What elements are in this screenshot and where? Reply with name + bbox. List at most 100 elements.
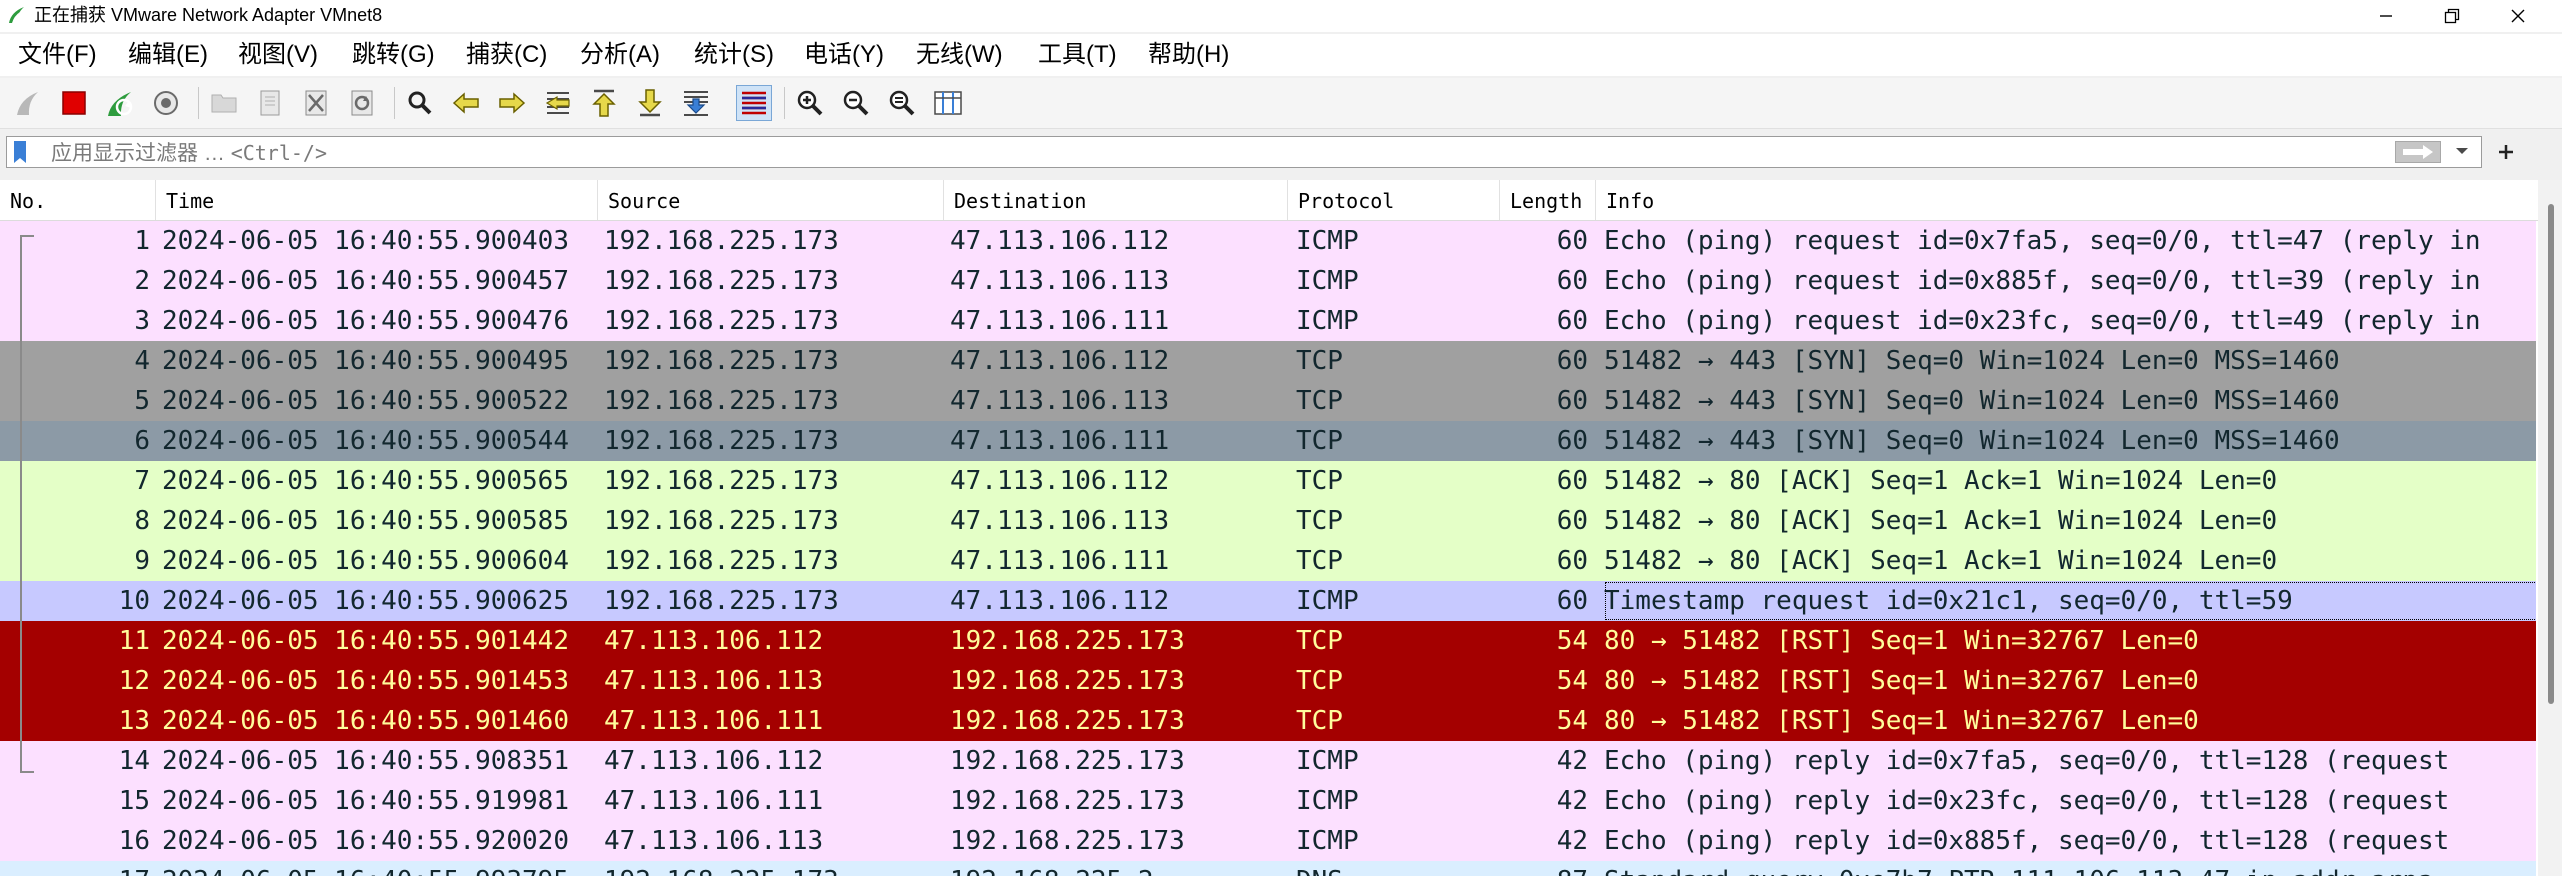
- magnifier-icon: [408, 91, 432, 115]
- close-button[interactable]: [2486, 0, 2550, 32]
- toolbar-separator: [784, 87, 785, 119]
- packet-time: 2024-06-05 16:40:55.993795: [162, 861, 602, 876]
- go-back-button[interactable]: [448, 85, 484, 121]
- open-file-button[interactable]: [206, 85, 242, 121]
- wireshark-fin-icon: [9, 7, 24, 23]
- packet-row[interactable]: 10 2024-06-05 16:40:55.900625 192.168.225.…: [0, 581, 2536, 621]
- column-header-no[interactable]: No.: [0, 180, 156, 220]
- restart-capture-button[interactable]: [102, 85, 138, 121]
- packet-row[interactable]: 1 2024-06-05 16:40:55.900403 192.168.225.1…: [0, 221, 2536, 261]
- packet-no: 16: [118, 826, 150, 856]
- menu-telephony[interactable]: 电话(Y): [804, 40, 884, 70]
- arrow-right-icon: [499, 92, 526, 114]
- packet-length: 60: [1556, 546, 1588, 576]
- toolbar-separator: [198, 87, 199, 119]
- apply-filter-button[interactable]: [2395, 141, 2441, 163]
- packet-row[interactable]: 8 2024-06-05 16:40:55.900585 192.168.225.1…: [0, 501, 2536, 541]
- packet-info: Timestamp request id=0x21c1, seq=0/0, tt…: [1604, 581, 2536, 621]
- scrollbar-thumb[interactable]: [2548, 204, 2554, 704]
- packet-row[interactable]: 172024-06-05 16:40:55.993795192.168.225.…: [0, 861, 2536, 876]
- packet-info: Echo (ping) reply id=0x7fa5, seq=0/0, tt…: [1604, 746, 2450, 776]
- packet-protocol: TCP: [1296, 426, 1343, 456]
- arrow-right-apply-icon: [2403, 145, 2433, 159]
- toolbar-separator: [394, 87, 395, 119]
- column-header-length[interactable]: Length: [1500, 180, 1596, 220]
- normal-size-button[interactable]: [884, 85, 920, 121]
- chevron-down-icon[interactable]: [2453, 142, 2471, 160]
- packet-row[interactable]: 15 2024-06-05 16:40:55.919981 47.113.106.1…: [0, 781, 2536, 821]
- packet-destination: 47.113.106.112: [950, 586, 1170, 616]
- zoom-in-button[interactable]: [792, 85, 828, 121]
- column-header-protocol[interactable]: Protocol: [1288, 180, 1500, 220]
- find-packet-button[interactable]: [402, 85, 438, 121]
- menu-go[interactable]: 跳转(G): [352, 40, 435, 70]
- packet-row[interactable]: 3 2024-06-05 16:40:55.900476 192.168.225.1…: [0, 301, 2536, 341]
- close-file-button[interactable]: [298, 85, 334, 121]
- packet-row[interactable]: 12 2024-06-05 16:40:55.901453 47.113.106.1…: [0, 661, 2536, 701]
- auto-scroll-button[interactable]: [678, 85, 714, 121]
- column-header-time[interactable]: Time: [156, 180, 598, 220]
- reload-icon: [351, 90, 373, 116]
- packet-row[interactable]: 13 2024-06-05 16:40:55.901460 47.113.106.1…: [0, 701, 2536, 741]
- packet-row[interactable]: 16 2024-06-05 16:40:55.920020 47.113.106.1…: [0, 821, 2536, 861]
- menu-capture[interactable]: 捕获(C): [466, 40, 547, 70]
- zoom-out-button[interactable]: [838, 85, 874, 121]
- packet-time: 2024-06-05 16:40:55.900522: [162, 386, 569, 416]
- menu-view[interactable]: 视图(V): [238, 40, 318, 70]
- packet-list: No. Time Source Destination Protocol Len…: [0, 180, 2562, 876]
- packet-row[interactable]: 11 2024-06-05 16:40:55.901442 47.113.106.1…: [0, 621, 2536, 661]
- packet-source: 192.168.225.173: [604, 586, 839, 616]
- packet-row[interactable]: 4 2024-06-05 16:40:55.900495 192.168.225.1…: [0, 341, 2536, 381]
- bookmark-icon[interactable]: [11, 140, 29, 164]
- menu-help[interactable]: 帮助(H): [1148, 40, 1229, 70]
- packet-row[interactable]: 7 2024-06-05 16:40:55.900565 192.168.225.1…: [0, 461, 2536, 501]
- vertical-scrollbar[interactable]: [2538, 180, 2562, 876]
- go-forward-button[interactable]: [494, 85, 530, 121]
- menu-edit[interactable]: 编辑(E): [128, 40, 208, 70]
- menu-wireless[interactable]: 无线(W): [916, 40, 1003, 70]
- packet-destination: 47.113.106.111: [950, 546, 1170, 576]
- column-header-source[interactable]: Source: [598, 180, 944, 220]
- add-filter-button[interactable]: [2492, 136, 2520, 168]
- column-header-info[interactable]: Info: [1596, 180, 2538, 220]
- menu-statistics[interactable]: 统计(S): [694, 40, 774, 70]
- packet-length: 60: [1556, 346, 1588, 376]
- packet-info: Echo (ping) request id=0x7fa5, seq=0/0, …: [1604, 226, 2481, 256]
- go-to-packet-button[interactable]: [540, 85, 576, 121]
- auto-scroll-icon: [684, 91, 708, 116]
- arrow-up-first-icon: [592, 89, 616, 117]
- packet-destination: 47.113.106.113: [950, 266, 1170, 296]
- packet-length: 42: [1556, 746, 1588, 776]
- packet-length: 60: [1556, 466, 1588, 496]
- stop-capture-button[interactable]: [56, 85, 92, 121]
- packet-source: 47.113.106.112: [604, 746, 824, 776]
- capture-options-button[interactable]: [148, 85, 184, 121]
- packet-info: Echo (ping) request id=0x885f, seq=0/0, …: [1604, 266, 2481, 296]
- go-last-packet-button[interactable]: [632, 85, 668, 121]
- maximize-button[interactable]: [2420, 0, 2484, 32]
- start-capture-button[interactable]: [10, 85, 46, 121]
- gear-icon: [154, 91, 178, 115]
- packet-length: 60: [1556, 306, 1588, 336]
- packet-row[interactable]: 2 2024-06-05 16:40:55.900457 192.168.225.1…: [0, 261, 2536, 301]
- go-first-packet-button[interactable]: [586, 85, 622, 121]
- display-filter-input[interactable]: 应用显示过滤器 … <Ctrl-/>: [6, 136, 2482, 168]
- packet-protocol: ICMP: [1296, 746, 1359, 776]
- menu-tools[interactable]: 工具(T): [1038, 40, 1117, 70]
- packet-row[interactable]: 14 2024-06-05 16:40:55.908351 47.113.106.1…: [0, 741, 2536, 781]
- packet-time: 2024-06-05 16:40:55.900544: [162, 426, 569, 456]
- packet-row[interactable]: 6 2024-06-05 16:40:55.900544 192.168.225.1…: [0, 421, 2536, 461]
- resize-columns-button[interactable]: [930, 85, 966, 121]
- packet-time: 2024-06-05 16:40:55.901453: [162, 666, 569, 696]
- menu-analyze[interactable]: 分析(A): [580, 40, 660, 70]
- packet-row[interactable]: 5 2024-06-05 16:40:55.900522 192.168.225.1…: [0, 381, 2536, 421]
- menu-file[interactable]: 文件(F): [18, 40, 97, 70]
- column-header-destination[interactable]: Destination: [944, 180, 1288, 220]
- zoom-reset-icon: [889, 90, 915, 116]
- save-file-button[interactable]: [252, 85, 288, 121]
- packet-row[interactable]: 9 2024-06-05 16:40:55.900604 192.168.225.1…: [0, 541, 2536, 581]
- reload-file-button[interactable]: [344, 85, 380, 121]
- minimize-button[interactable]: [2354, 0, 2418, 32]
- colorize-button[interactable]: [736, 85, 772, 121]
- close-file-icon: [305, 90, 327, 116]
